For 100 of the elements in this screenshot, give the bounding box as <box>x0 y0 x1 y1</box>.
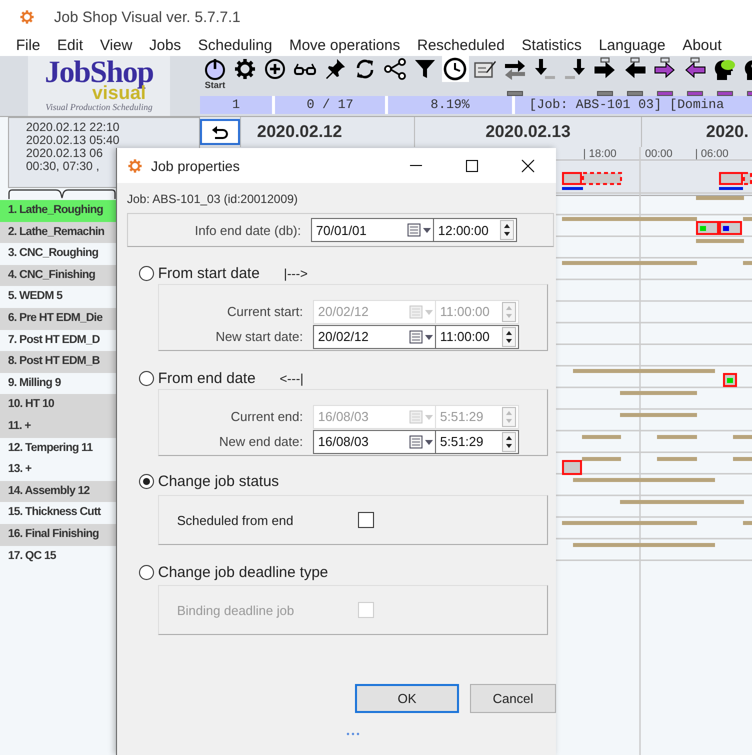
operation-box[interactable] <box>562 172 582 185</box>
dialog-button[interactable]: Cancel <box>470 684 556 713</box>
machine-row[interactable]: 2. Lathe_Remachin <box>0 222 116 244</box>
direction-marker: |---> <box>284 266 308 280</box>
menu-item[interactable]: View <box>100 36 132 54</box>
operation-box[interactable] <box>562 460 582 475</box>
spinner-icon <box>502 326 516 346</box>
spinner-icon <box>502 302 516 322</box>
nodes-icon <box>383 57 407 81</box>
menu-item[interactable]: Scheduling <box>198 36 272 54</box>
job-label: Job: ABS-101_03 (id:20012009) <box>127 191 299 208</box>
job-bar <box>733 457 752 461</box>
toolbar-button[interactable] <box>442 56 468 82</box>
field-label: Current end: <box>230 409 303 424</box>
job-bar <box>733 435 752 439</box>
machine-row[interactable]: 10. HT 10 <box>0 394 116 416</box>
radio-label[interactable]: Change job deadline type <box>158 564 328 580</box>
radio-button[interactable] <box>139 266 154 280</box>
spinner-icon <box>500 220 514 240</box>
machine-row[interactable]: 4. CNC_Finishing <box>0 264 116 286</box>
date-field[interactable]: 16/08/03 <box>313 430 436 454</box>
spinner-icon <box>502 432 516 452</box>
radio-button[interactable] <box>139 474 154 488</box>
menu-item[interactable]: Language <box>598 36 666 54</box>
job-bar <box>657 457 697 461</box>
operation-box[interactable] <box>719 172 743 185</box>
dialog-title: Job properties <box>151 158 241 174</box>
machine-row[interactable]: 6. Pre HT EDM_Die <box>0 308 116 330</box>
operation-box[interactable] <box>696 221 719 235</box>
checkbox-label[interactable]: Scheduled from end <box>177 512 358 528</box>
power-icon <box>203 57 227 81</box>
job-bar <box>743 217 752 221</box>
menu-item[interactable]: Statistics <box>522 36 582 54</box>
radio-button[interactable] <box>139 370 154 386</box>
gear-icon <box>233 57 257 81</box>
field-label: New end date: <box>218 434 303 449</box>
calendar-icon <box>409 330 435 344</box>
date-field[interactable]: 20/02/12 <box>313 324 436 348</box>
logo-tagline: Visual Production Scheduling <box>46 102 152 112</box>
time-label: | 06:00 <box>695 148 728 160</box>
dialog-button[interactable]: OK <box>355 684 459 713</box>
maximize-icon <box>465 158 479 172</box>
job-bar <box>743 261 752 265</box>
machine-row[interactable]: 8. Post HT EDM_B <box>0 351 116 373</box>
progress-line <box>562 187 583 190</box>
spinner-icon <box>502 406 516 426</box>
job-bar <box>743 521 752 525</box>
job-bar <box>582 435 621 439</box>
time-field[interactable]: 12:00:00 <box>433 218 517 242</box>
menu-item[interactable]: Move operations <box>289 36 400 54</box>
menu-item[interactable]: File <box>16 36 40 54</box>
gear-icon <box>19 9 35 25</box>
menu-item[interactable]: About <box>682 36 722 54</box>
close-icon <box>521 158 535 172</box>
radio-label[interactable]: From end date <box>158 370 256 386</box>
radio-button[interactable] <box>139 564 154 580</box>
machine-row[interactable]: 16. Final Finishing <box>0 524 116 546</box>
time-field[interactable]: 11:00:00 <box>435 324 519 348</box>
menu-item[interactable]: Rescheduled <box>417 36 505 54</box>
machine-row[interactable]: 14. Assembly 12 <box>0 480 116 502</box>
machine-row[interactable]: 11. + <box>0 416 116 438</box>
undo-icon <box>211 125 229 139</box>
operation-box[interactable] <box>582 172 622 185</box>
minimize-icon <box>409 165 423 166</box>
arrow-right-icon <box>653 57 677 81</box>
toolbar-button[interactable]: Start <box>202 56 228 90</box>
field-label: Info end date (db): <box>194 222 301 238</box>
operation-box[interactable] <box>719 221 742 235</box>
job-bar <box>582 457 621 461</box>
arrow-left-icon <box>623 57 647 81</box>
date-field[interactable]: 70/01/01 <box>311 218 434 242</box>
undo-button[interactable] <box>200 119 240 145</box>
head-icon <box>713 57 737 81</box>
radio-label[interactable]: From start date <box>158 264 260 282</box>
arrow-down-icon <box>563 57 587 81</box>
time-field[interactable]: 5:51:29 <box>435 430 519 454</box>
checkbox[interactable] <box>358 512 374 528</box>
calendar-icon <box>409 410 435 424</box>
status-cell: 0 / 17 <box>275 96 385 114</box>
calendar-icon <box>409 434 435 448</box>
machine-row[interactable]: 1. Lathe_Roughing <box>0 200 116 222</box>
progress-line <box>719 187 743 190</box>
job-bar <box>657 435 697 439</box>
operation-box[interactable] <box>743 172 752 185</box>
filter-icon <box>413 57 437 81</box>
time-label: 00:00 <box>645 148 673 160</box>
status-cell: [Job: ABS-101 03] [Domina <box>515 96 752 114</box>
field-label: Current start: <box>226 304 303 319</box>
date-text: 00:30, 07:30 , <box>26 160 100 173</box>
operation-box[interactable] <box>723 373 737 387</box>
dots-icon <box>346 732 360 736</box>
window-title: Job Shop Visual ver. 5.7.7.1 <box>54 8 241 26</box>
swap-icon <box>503 57 527 81</box>
menu-item[interactable]: Edit <box>57 36 84 54</box>
calendar-icon <box>409 304 435 318</box>
menu-item[interactable]: Jobs <box>149 36 181 54</box>
radio-label[interactable]: Change job status <box>158 472 279 490</box>
status-cell: 8.19% <box>388 96 512 114</box>
clock-icon <box>443 57 467 81</box>
job-bar <box>696 239 744 243</box>
